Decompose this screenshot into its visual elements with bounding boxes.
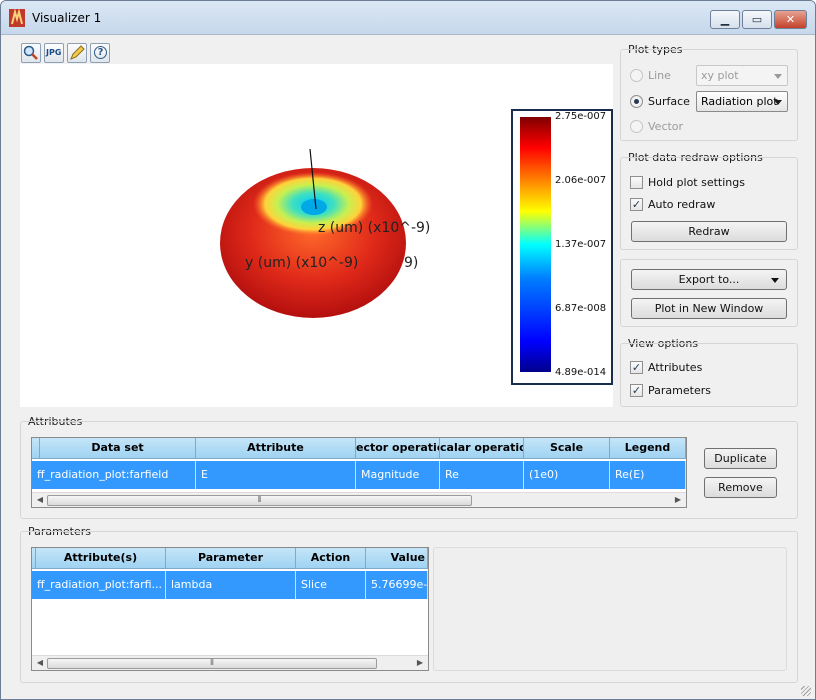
column-header[interactable]: Action (296, 548, 366, 569)
jpg-export-button[interactable]: JPG (44, 43, 64, 63)
column-header[interactable]: Attribute (196, 438, 356, 459)
attributes-checkbox-label: Attributes (648, 361, 703, 374)
auto-redraw-label: Auto redraw (648, 198, 716, 211)
y-axis-label: y (um) (x10^-9) (245, 255, 358, 271)
view-options-group (620, 343, 798, 407)
scroll-left-icon[interactable]: ◀ (34, 494, 46, 506)
minimize-button[interactable]: ▁ (710, 10, 740, 29)
jpg-export-icon: JPG (46, 48, 62, 57)
table-cell[interactable]: ff_radiation_plot:farfi... (32, 571, 166, 599)
radiation-center (301, 199, 327, 215)
surface-radio[interactable] (630, 95, 643, 108)
edit-button[interactable] (67, 43, 87, 63)
colorbar-min-label: 4.89e-014 (555, 367, 606, 378)
table-cell[interactable]: lambda (166, 571, 296, 599)
remove-button[interactable]: Remove (704, 477, 777, 498)
close-button[interactable]: ✕ (774, 10, 807, 29)
chevron-down-icon (774, 74, 782, 79)
table-cell[interactable]: Re(E) (610, 461, 686, 489)
vector-radio-label: Vector (648, 120, 684, 133)
parameters-checkbox[interactable]: ✓ (630, 384, 643, 397)
colorbar-tick-label: 2.06e-007 (555, 175, 606, 186)
help-button[interactable]: ? (90, 43, 110, 63)
table-cell[interactable]: (1e0) (524, 461, 610, 489)
column-header[interactable]: Scale (524, 438, 610, 459)
table-cell[interactable]: 5.76699e-07 (366, 571, 428, 599)
redraw-button[interactable]: Redraw (631, 221, 787, 242)
scrollbar-thumb[interactable]: ⦀ (47, 658, 377, 669)
duplicate-button[interactable]: Duplicate (704, 448, 777, 469)
zoom-button[interactable] (21, 43, 41, 63)
plot-canvas[interactable]: z (um) (x10^-9) y (um) (x10^-9) 9) 2.75e… (20, 64, 613, 407)
surface-plot-select[interactable]: Radiation plot (696, 91, 788, 112)
surface-plot-select-value: Radiation plot (701, 95, 778, 108)
parameters-horizontal-scrollbar[interactable]: ◀ ⦀ ▶ (32, 655, 428, 670)
scroll-right-icon[interactable]: ▶ (414, 657, 426, 669)
scrollbar-thumb[interactable]: ⦀ (47, 495, 472, 506)
parameters-table: Attribute(s) Parameter Action Value ff_r… (31, 547, 429, 671)
help-icon: ? (94, 46, 107, 59)
attributes-table: Data set Attribute ector operatio calar … (31, 437, 687, 508)
export-to-label: Export to... (678, 273, 740, 286)
colorbar-max-label: 2.75e-007 (555, 111, 606, 122)
title-bar[interactable]: Visualizer 1 ▁ ▭ ✕ (1, 1, 815, 35)
chevron-down-icon (771, 278, 779, 283)
attributes-horizontal-scrollbar[interactable]: ◀ ⦀ ▶ (32, 492, 686, 507)
chevron-down-icon (774, 100, 782, 105)
colorbar-tick-label: 1.37e-007 (555, 239, 606, 250)
x-axis-label-fragment: 9) (404, 255, 418, 271)
zoom-icon (23, 45, 38, 60)
column-header[interactable]: ector operatio (356, 438, 440, 459)
scroll-right-icon[interactable]: ▶ (672, 494, 684, 506)
z-axis-label: z (um) (x10^-9) (318, 220, 430, 236)
table-cell[interactable]: Magnitude (356, 461, 440, 489)
window-title: Visualizer 1 (32, 11, 102, 25)
resize-grip[interactable] (801, 686, 811, 696)
app-logo-icon (9, 9, 25, 27)
parameters-side-panel (433, 547, 787, 671)
table-cell[interactable]: ff_radiation_plot:farfield (32, 461, 196, 489)
column-header[interactable]: Parameter (166, 548, 296, 569)
auto-redraw-checkbox[interactable]: ✓ (630, 198, 643, 211)
parameters-checkbox-label: Parameters (648, 384, 711, 397)
maximize-button[interactable]: ▭ (742, 10, 772, 29)
column-header[interactable]: Legend (610, 438, 686, 459)
attributes-checkbox[interactable]: ✓ (630, 361, 643, 374)
colorbar-tick-label: 6.87e-008 (555, 303, 606, 314)
column-header[interactable]: Value (366, 548, 428, 569)
hold-plot-checkbox[interactable] (630, 176, 643, 189)
scroll-left-icon[interactable]: ◀ (34, 657, 46, 669)
visualizer-window: Visualizer 1 ▁ ▭ ✕ JPG ? z (um) (x10^-9)… (0, 0, 816, 700)
table-cell[interactable]: E (196, 461, 356, 489)
line-plot-select-value: xy plot (701, 69, 739, 82)
column-header[interactable]: Data set (40, 438, 196, 459)
hold-plot-label: Hold plot settings (648, 176, 745, 189)
vector-radio[interactable] (630, 120, 643, 133)
export-to-button[interactable]: Export to... (631, 269, 787, 290)
column-header[interactable]: calar operatior (440, 438, 524, 459)
table-cell[interactable]: Re (440, 461, 524, 489)
table-cell[interactable]: Slice (296, 571, 366, 599)
line-radio-label: Line (648, 69, 671, 82)
edit-icon (70, 45, 85, 60)
line-plot-select[interactable]: xy plot (696, 65, 788, 86)
column-header[interactable]: Attribute(s) (36, 548, 166, 569)
colorbar-gradient (520, 117, 551, 372)
table-corner (32, 438, 40, 459)
line-radio[interactable] (630, 69, 643, 82)
surface-radio-label: Surface (648, 95, 690, 108)
radiation-plot: z (um) (x10^-9) y (um) (x10^-9) 9) 2.75e… (220, 109, 613, 385)
plot-new-window-button[interactable]: Plot in New Window (631, 298, 787, 319)
